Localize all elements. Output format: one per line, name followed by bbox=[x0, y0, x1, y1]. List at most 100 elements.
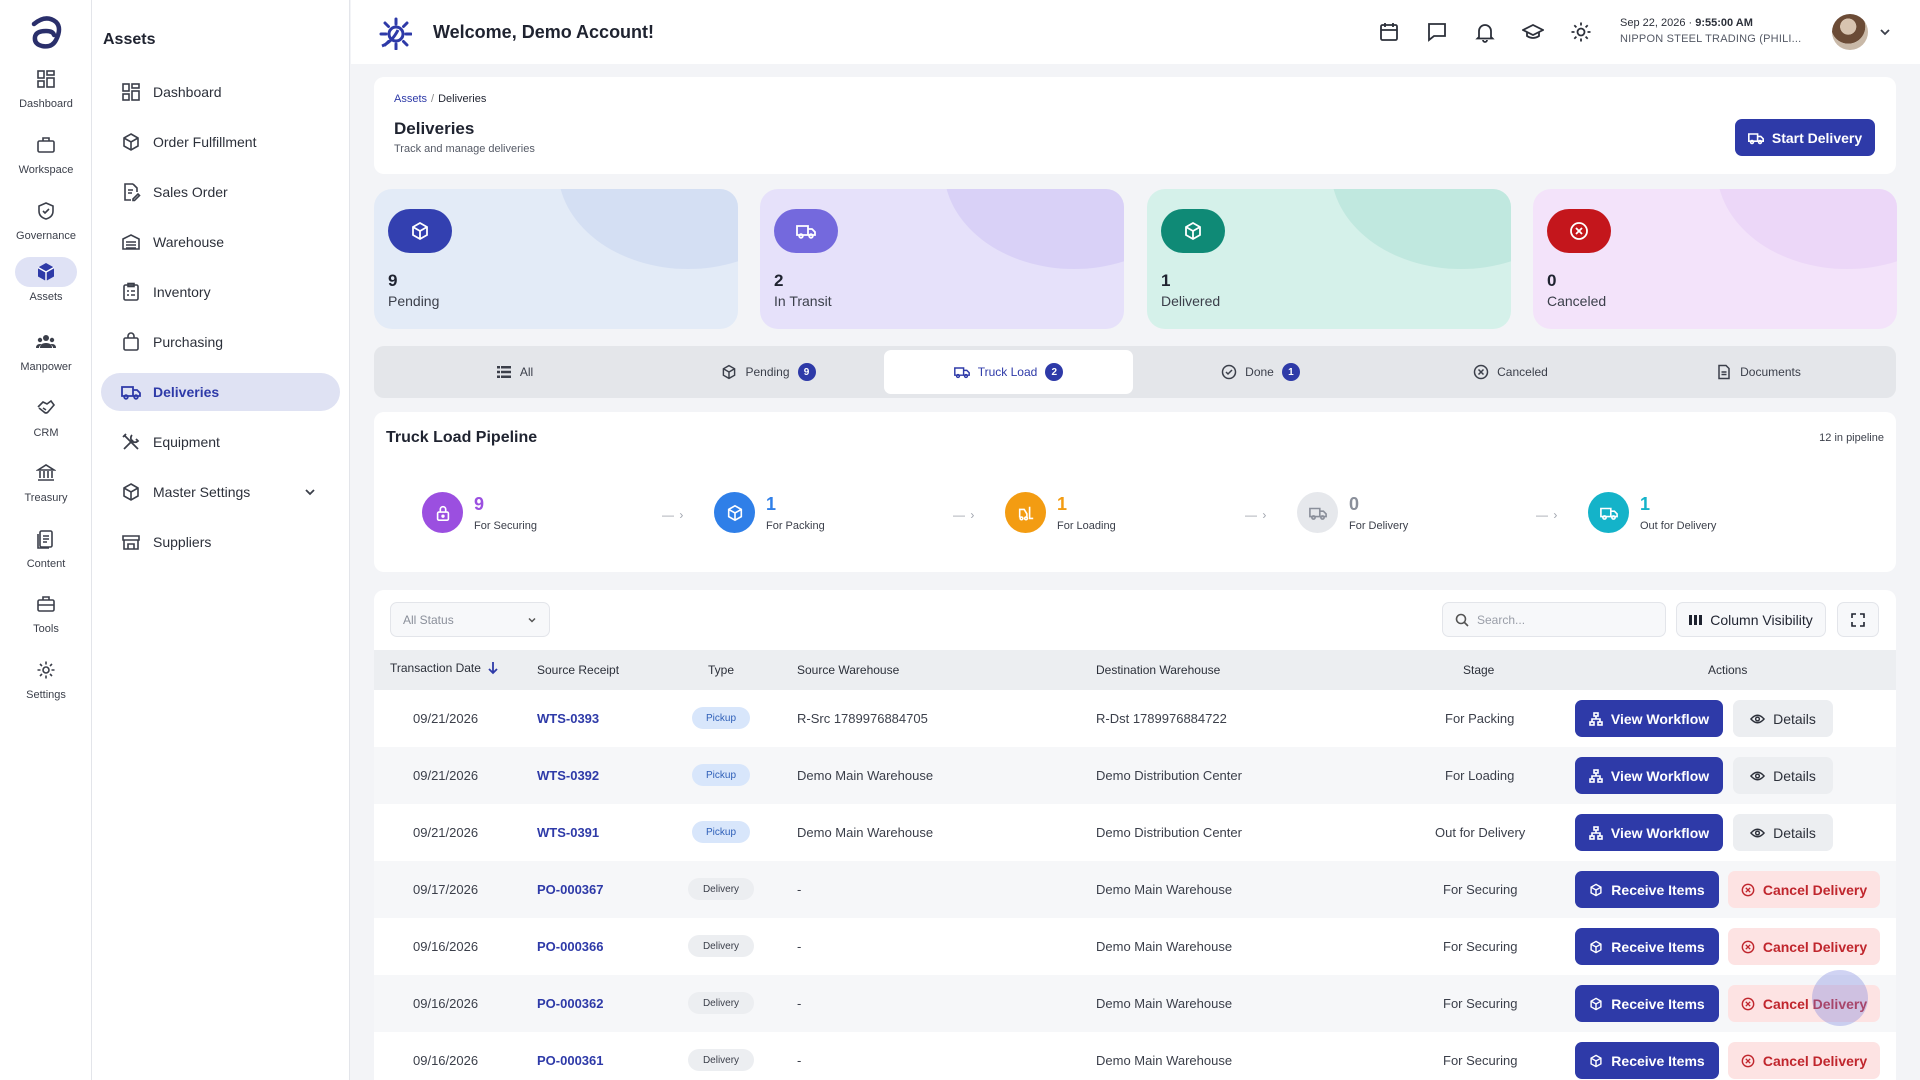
table-row: 09/16/2026 PO-000366 Delivery - Demo Mai… bbox=[374, 918, 1896, 975]
cell-date: 09/16/2026 bbox=[413, 996, 479, 1011]
view-workflow-button[interactable]: View Workflow bbox=[1575, 757, 1723, 794]
cell-receipt-link[interactable]: PO-000366 bbox=[537, 939, 604, 954]
cell-stage: Out for Delivery bbox=[1435, 825, 1526, 840]
cell-receipt-link[interactable]: WTS-0391 bbox=[537, 825, 599, 840]
details-button[interactable]: Details bbox=[1733, 757, 1833, 794]
chat-icon[interactable] bbox=[1426, 21, 1448, 43]
view-workflow-button[interactable]: View Workflow bbox=[1575, 700, 1723, 737]
settings-gear-icon[interactable] bbox=[1570, 21, 1592, 43]
sidebar-item-purchasing[interactable]: Purchasing bbox=[101, 323, 340, 361]
cancel-delivery-button[interactable]: Cancel Delivery bbox=[1728, 871, 1880, 908]
table-row: 09/16/2026 PO-000361 Delivery - Demo Mai… bbox=[374, 1032, 1896, 1080]
tab-canceled[interactable]: Canceled bbox=[1386, 350, 1635, 394]
sidebar-item-inventory[interactable]: Inventory bbox=[101, 273, 340, 311]
details-button[interactable]: Details bbox=[1733, 700, 1833, 737]
bell-icon[interactable] bbox=[1474, 21, 1496, 43]
avatar[interactable] bbox=[1832, 14, 1868, 50]
sidebar-item-equipment[interactable]: Equipment bbox=[101, 423, 340, 461]
receive-items-button[interactable]: Receive Items bbox=[1575, 928, 1719, 965]
receive-items-button[interactable]: Receive Items bbox=[1575, 985, 1719, 1022]
tab-documents[interactable]: Documents bbox=[1634, 350, 1883, 394]
table-row: 09/17/2026 PO-000367 Delivery - Demo Mai… bbox=[374, 861, 1896, 918]
cell-destination-warehouse: Demo Main Warehouse bbox=[1096, 939, 1233, 954]
type-badge: Pickup bbox=[692, 707, 750, 729]
sidebar-item-warehouse[interactable]: Warehouse bbox=[101, 223, 340, 261]
rail-item-settings[interactable]: Settings bbox=[0, 655, 92, 717]
status-filter-select[interactable]: All Status bbox=[390, 602, 550, 637]
type-badge: Delivery bbox=[688, 1049, 754, 1071]
truck-icon bbox=[1588, 492, 1629, 533]
rail-label: Treasury bbox=[24, 492, 68, 504]
sitemap-icon bbox=[1589, 825, 1603, 840]
rail-item-treasury[interactable]: Treasury bbox=[0, 458, 92, 520]
x-circle-icon bbox=[1741, 883, 1755, 896]
app-logo-icon[interactable] bbox=[26, 12, 66, 52]
cell-receipt-link[interactable]: PO-000361 bbox=[537, 1053, 604, 1068]
fullscreen-button[interactable] bbox=[1837, 602, 1879, 637]
stage-value: 1 bbox=[1640, 494, 1651, 514]
start-delivery-button[interactable]: Start Delivery bbox=[1735, 119, 1875, 156]
receive-items-button[interactable]: Receive Items bbox=[1575, 871, 1719, 908]
stat-value: 1 bbox=[1161, 271, 1171, 290]
search-input[interactable] bbox=[1477, 612, 1657, 627]
tab-pending[interactable]: Pending 9 bbox=[644, 350, 893, 394]
column-visibility-button[interactable]: Column Visibility bbox=[1676, 602, 1826, 637]
sidebar-item-label: Dashboard bbox=[153, 84, 222, 100]
x-circle-icon bbox=[1741, 997, 1755, 1010]
cancel-delivery-button[interactable]: Cancel Delivery bbox=[1728, 928, 1880, 965]
details-button[interactable]: Details bbox=[1733, 814, 1833, 851]
column-header-actions: Actions bbox=[1708, 663, 1748, 677]
rail-item-crm[interactable]: CRM bbox=[0, 393, 92, 455]
sidebar-item-deliveries[interactable]: Deliveries bbox=[101, 373, 340, 411]
tab-count-badge: 9 bbox=[797, 363, 816, 381]
receive-items-button[interactable]: Receive Items bbox=[1575, 1042, 1719, 1079]
rail-item-manpower[interactable]: Manpower bbox=[0, 327, 92, 389]
top-header: Welcome, Demo Account! Sep 22, 2026 · 9:… bbox=[351, 0, 1920, 64]
view-workflow-button[interactable]: View Workflow bbox=[1575, 814, 1723, 851]
sidebar-item-order-fulfillment[interactable]: Order Fulfillment bbox=[101, 123, 340, 161]
tab-all[interactable]: All bbox=[390, 350, 639, 394]
cell-receipt-link[interactable]: WTS-0392 bbox=[537, 768, 599, 783]
lock-icon bbox=[422, 492, 463, 533]
rail-item-dashboard[interactable]: Dashboard bbox=[0, 64, 92, 126]
date-time: Sep 22, 2026 · 9:55:00 AM bbox=[1620, 17, 1753, 29]
rail-item-tools[interactable]: Tools bbox=[0, 589, 92, 651]
sidebar-item-sales-order[interactable]: Sales Order bbox=[101, 173, 340, 211]
tab-done[interactable]: Done 1 bbox=[1136, 350, 1385, 394]
cell-receipt-link[interactable]: PO-000362 bbox=[537, 996, 604, 1011]
tab-truck-load[interactable]: Truck Load 2 bbox=[884, 350, 1133, 394]
start-delivery-label: Start Delivery bbox=[1771, 129, 1863, 146]
store-icon bbox=[122, 535, 140, 550]
column-header-transaction-date[interactable]: Transaction Date bbox=[390, 661, 499, 675]
cancel-delivery-button[interactable]: Cancel Delivery bbox=[1728, 1042, 1880, 1079]
package-icon bbox=[123, 133, 139, 151]
cell-receipt-link[interactable]: PO-000367 bbox=[537, 882, 604, 897]
graduation-cap-icon[interactable] bbox=[1522, 21, 1544, 43]
rail-item-assets[interactable]: Assets bbox=[0, 257, 92, 319]
tab-label: All bbox=[519, 365, 534, 379]
calendar-icon[interactable] bbox=[1378, 21, 1400, 43]
rail-item-content[interactable]: Content bbox=[0, 524, 92, 586]
sidebar-item-dashboard[interactable]: Dashboard bbox=[101, 73, 340, 111]
stage-value: 9 bbox=[474, 494, 485, 514]
rail-item-governance[interactable]: Governance bbox=[0, 196, 92, 258]
chevron-down-icon[interactable] bbox=[1877, 24, 1893, 40]
cube-icon bbox=[15, 257, 77, 287]
cell-date: 09/17/2026 bbox=[413, 882, 479, 897]
table-row: 09/16/2026 PO-000362 Delivery - Demo Mai… bbox=[374, 975, 1896, 1032]
action-label: Cancel Delivery bbox=[1762, 1052, 1868, 1069]
brand-sunburst-icon bbox=[379, 17, 412, 50]
truck-icon bbox=[774, 209, 838, 253]
package-icon bbox=[1590, 997, 1602, 1010]
status-filter-value: All Status bbox=[403, 612, 454, 627]
sidebar-item-label: Suppliers bbox=[153, 534, 212, 550]
cube-icon bbox=[388, 209, 452, 253]
cell-receipt-link[interactable]: WTS-0393 bbox=[537, 711, 599, 726]
sidebar-item-master-settings[interactable]: Master Settings bbox=[101, 473, 340, 511]
sidebar-item-label: Equipment bbox=[153, 434, 220, 450]
breadcrumb-assets-link[interactable]: Assets bbox=[394, 93, 427, 105]
rail-item-workspace[interactable]: Workspace bbox=[0, 130, 92, 192]
sidebar-item-suppliers[interactable]: Suppliers bbox=[101, 523, 340, 561]
stat-label: Canceled bbox=[1547, 293, 1607, 309]
breadcrumb-separator: / bbox=[431, 93, 435, 105]
